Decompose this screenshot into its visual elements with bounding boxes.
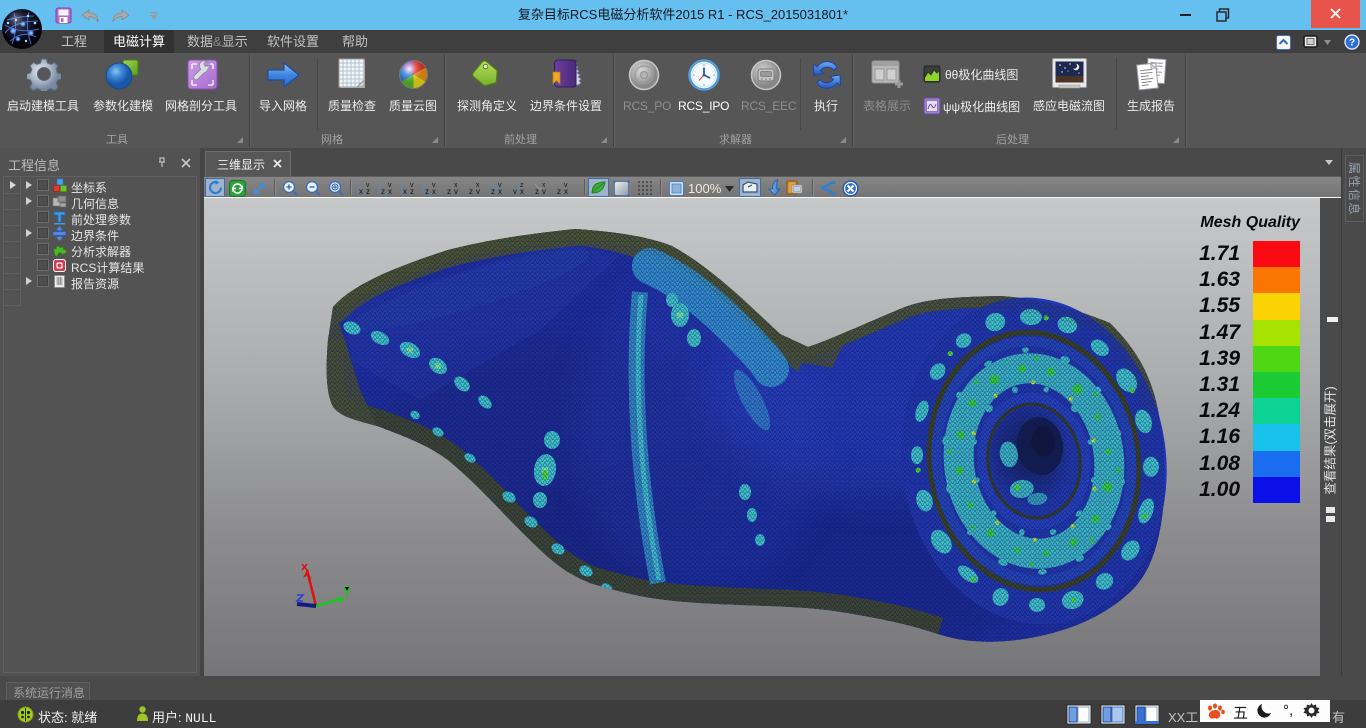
svg-text:z: z (491, 187, 495, 196)
svg-text:v: v (564, 182, 568, 189)
svg-text:z: z (520, 182, 524, 189)
svg-text:z: z (469, 187, 473, 196)
svg-text:x: x (542, 182, 546, 189)
svg-text:v: v (388, 182, 392, 189)
svg-text:v: v (498, 182, 502, 189)
svg-text:z: z (425, 187, 429, 196)
svg-text:v: v (410, 182, 414, 189)
svg-text:x: x (403, 187, 407, 196)
svg-text:v: v (432, 182, 436, 189)
svg-text:v: v (366, 182, 370, 189)
svg-text:x: x (359, 187, 363, 196)
svg-text:z: z (557, 187, 561, 196)
svg-text:?: ? (1349, 38, 1355, 49)
svg-text:x: x (476, 182, 480, 189)
svg-text:z: z (381, 187, 385, 196)
svg-text:z: z (447, 187, 451, 196)
svg-text:z: z (535, 187, 539, 196)
svg-text:v: v (513, 187, 517, 196)
svg-text:x: x (454, 182, 458, 189)
